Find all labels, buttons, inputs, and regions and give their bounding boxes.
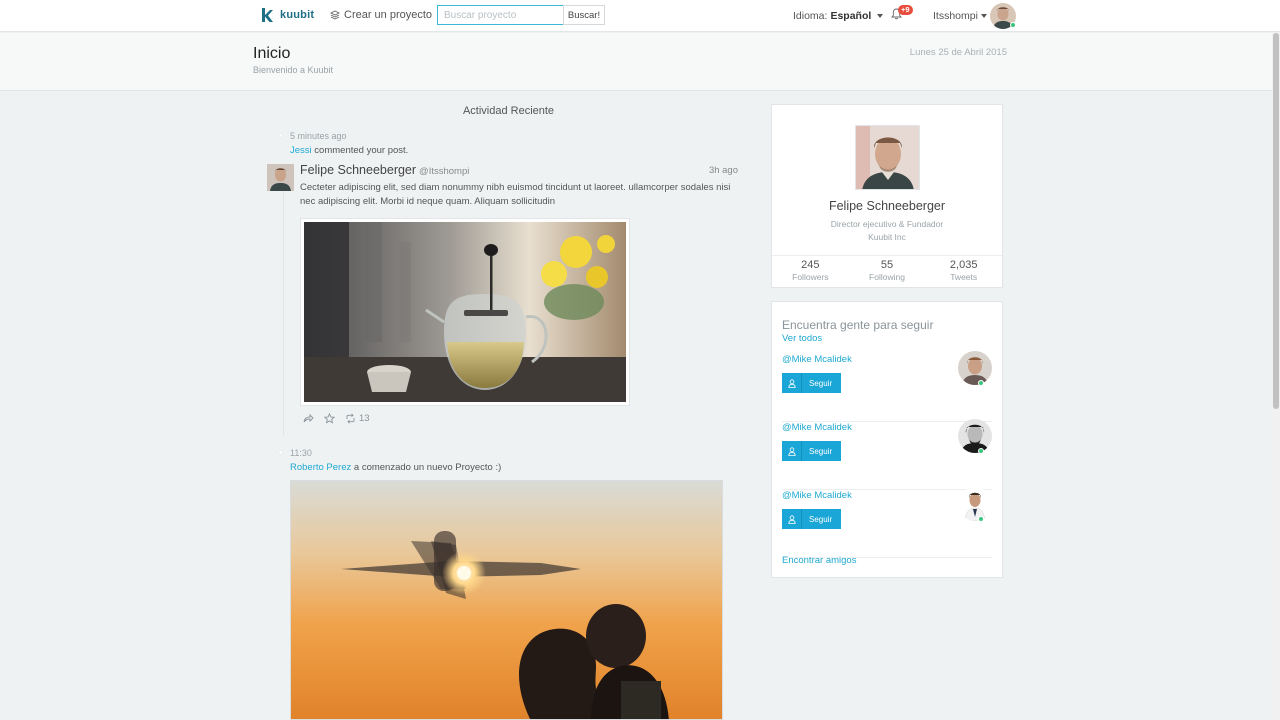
profile-role: Director ejecutivo & Fundador [830,219,944,229]
follow-card-title: Encuentra gente para seguir [782,318,934,332]
teapot-photo [304,222,626,402]
timeline-line [283,190,284,436]
user-icon [782,441,802,461]
stat-label: Tweets [950,272,978,282]
airplane-sunset-photo [291,481,722,719]
logo-text: kuubit [280,9,315,21]
avatar-image [958,351,992,385]
follow-suggestion: @Mike Mcalidek Seguir [782,487,992,558]
follow-handle-link[interactable]: @Mike Mcalidek [782,422,852,433]
notifications-badge: +9 [898,5,913,15]
page-date: Lunes 25 de Abril 2015 [909,47,1007,58]
post-actions: 13 [303,413,370,424]
language-dropdown[interactable]: Idioma: Español [793,10,884,22]
caret-down-icon [980,14,987,18]
scrollbar[interactable] [1272,33,1280,720]
find-friends-link[interactable]: Encontrar amigos [782,555,856,566]
follow-handle-link[interactable]: @Mike Mcalidek [782,490,852,501]
post-author: Felipe Schneeberger @Itsshompi [300,163,469,177]
stat-value: 55 [880,259,894,271]
star-icon [324,413,335,424]
profile-company: Kuubit Inc [868,232,906,242]
share-icon [303,413,314,423]
retweet-button[interactable]: 13 [345,413,370,424]
follow-suggestion: @Mike Mcalidek Seguir [782,351,992,422]
activity-time: 5 minutes ago [290,131,347,141]
avatar-image [958,419,992,453]
avatar[interactable] [958,351,992,385]
user-icon [782,509,802,529]
logo[interactable]: kuubit [260,7,314,23]
who-to-follow-card: Encuentra gente para seguir Ver todos @M… [771,301,1003,578]
avatar-image [958,487,992,521]
layers-icon [330,10,340,20]
online-status-dot [978,516,984,522]
follow-button[interactable]: Seguir [782,509,841,529]
timeline-dot [278,133,283,138]
profile-photo[interactable] [855,125,920,190]
follow-suggestion: @Mike Mcalidek Seguir [782,419,992,490]
profile-name[interactable]: Felipe Schneeberger [772,199,1002,213]
follow-button-label: Seguir [809,514,833,524]
online-status-dot [978,380,984,386]
follow-button[interactable]: Seguir [782,441,841,461]
activity-actor-link[interactable]: Jessi [290,145,312,156]
profile-stats: 245 Followers 55 Following 2,035 Tweets [772,255,1002,288]
activity-actor-link[interactable]: Roberto Perez [290,462,351,473]
stat-label: Followers [792,272,829,282]
stat-following[interactable]: 55 Following [849,256,926,288]
activity-time: 11:30 [290,448,312,458]
post-author-avatar[interactable] [267,164,294,191]
timeline-dot [278,450,283,455]
kuubit-logo-icon [262,8,273,22]
user-icon [782,373,802,393]
avatar-image [856,126,919,189]
create-project-link[interactable]: Crear un proyecto [330,9,432,21]
search-button[interactable]: Buscar! [563,5,605,25]
profile-card: Felipe Schneeberger Director ejecutivo &… [771,104,1003,288]
follow-button-label: Seguir [809,378,833,388]
scrollbar-thumb[interactable] [1273,33,1279,409]
stat-followers[interactable]: 245 Followers [772,256,849,288]
see-all-link[interactable]: Ver todos [782,333,822,344]
top-navbar: kuubit Crear un proyecto Buscar! Idioma:… [0,0,1280,32]
avatar[interactable] [958,419,992,453]
avatar-image [267,164,294,191]
stat-value: 245 [801,259,820,271]
create-project-label: Crear un proyecto [344,9,433,21]
user-menu[interactable]: Itsshompi [933,10,987,22]
retweet-count: 13 [359,413,370,424]
activity-text: Roberto Perez a comenzado un nuevo Proye… [290,462,501,473]
post-author-name[interactable]: Felipe Schneeberger [300,163,416,177]
follow-button-label: Seguir [809,446,833,456]
post-author-handle[interactable]: @Itsshompi [419,166,469,177]
page-header: Inicio Bienvenido a Kuubit Lunes 25 de A… [0,33,1272,91]
username: Itsshompi [933,10,978,22]
feed-title: Actividad Reciente [462,105,555,117]
language-value: Español [830,10,872,22]
language-label: Idioma: [793,10,828,22]
post-image[interactable] [300,218,630,406]
activity-action: commented your post. [314,145,409,156]
follow-button[interactable]: Seguir [782,373,841,393]
post-body: Cecteter adipiscing elit, sed diam nonum… [300,182,731,207]
avatar[interactable] [958,487,992,521]
activity-action: a comenzado un nuevo Proyecto :) [353,462,502,473]
search-input[interactable] [437,5,564,25]
share-button[interactable] [303,413,314,424]
retweet-icon [346,413,355,424]
page-title: Inicio [253,45,291,62]
online-status-dot [978,448,984,454]
stat-label: Following [869,272,905,282]
favorite-button[interactable] [324,413,335,424]
activity-text: Jessi commented your post. [290,145,408,156]
post-time: 3h ago [708,165,738,176]
page-subtitle: Bienvenido a Kuubit [253,65,334,75]
stat-value: 2,035 [949,259,978,271]
stat-tweets[interactable]: 2,035 Tweets [925,256,1002,288]
project-image[interactable] [290,480,723,720]
follow-handle-link[interactable]: @Mike Mcalidek [782,354,852,365]
online-status-dot [1010,22,1016,28]
caret-down-icon [877,14,884,18]
